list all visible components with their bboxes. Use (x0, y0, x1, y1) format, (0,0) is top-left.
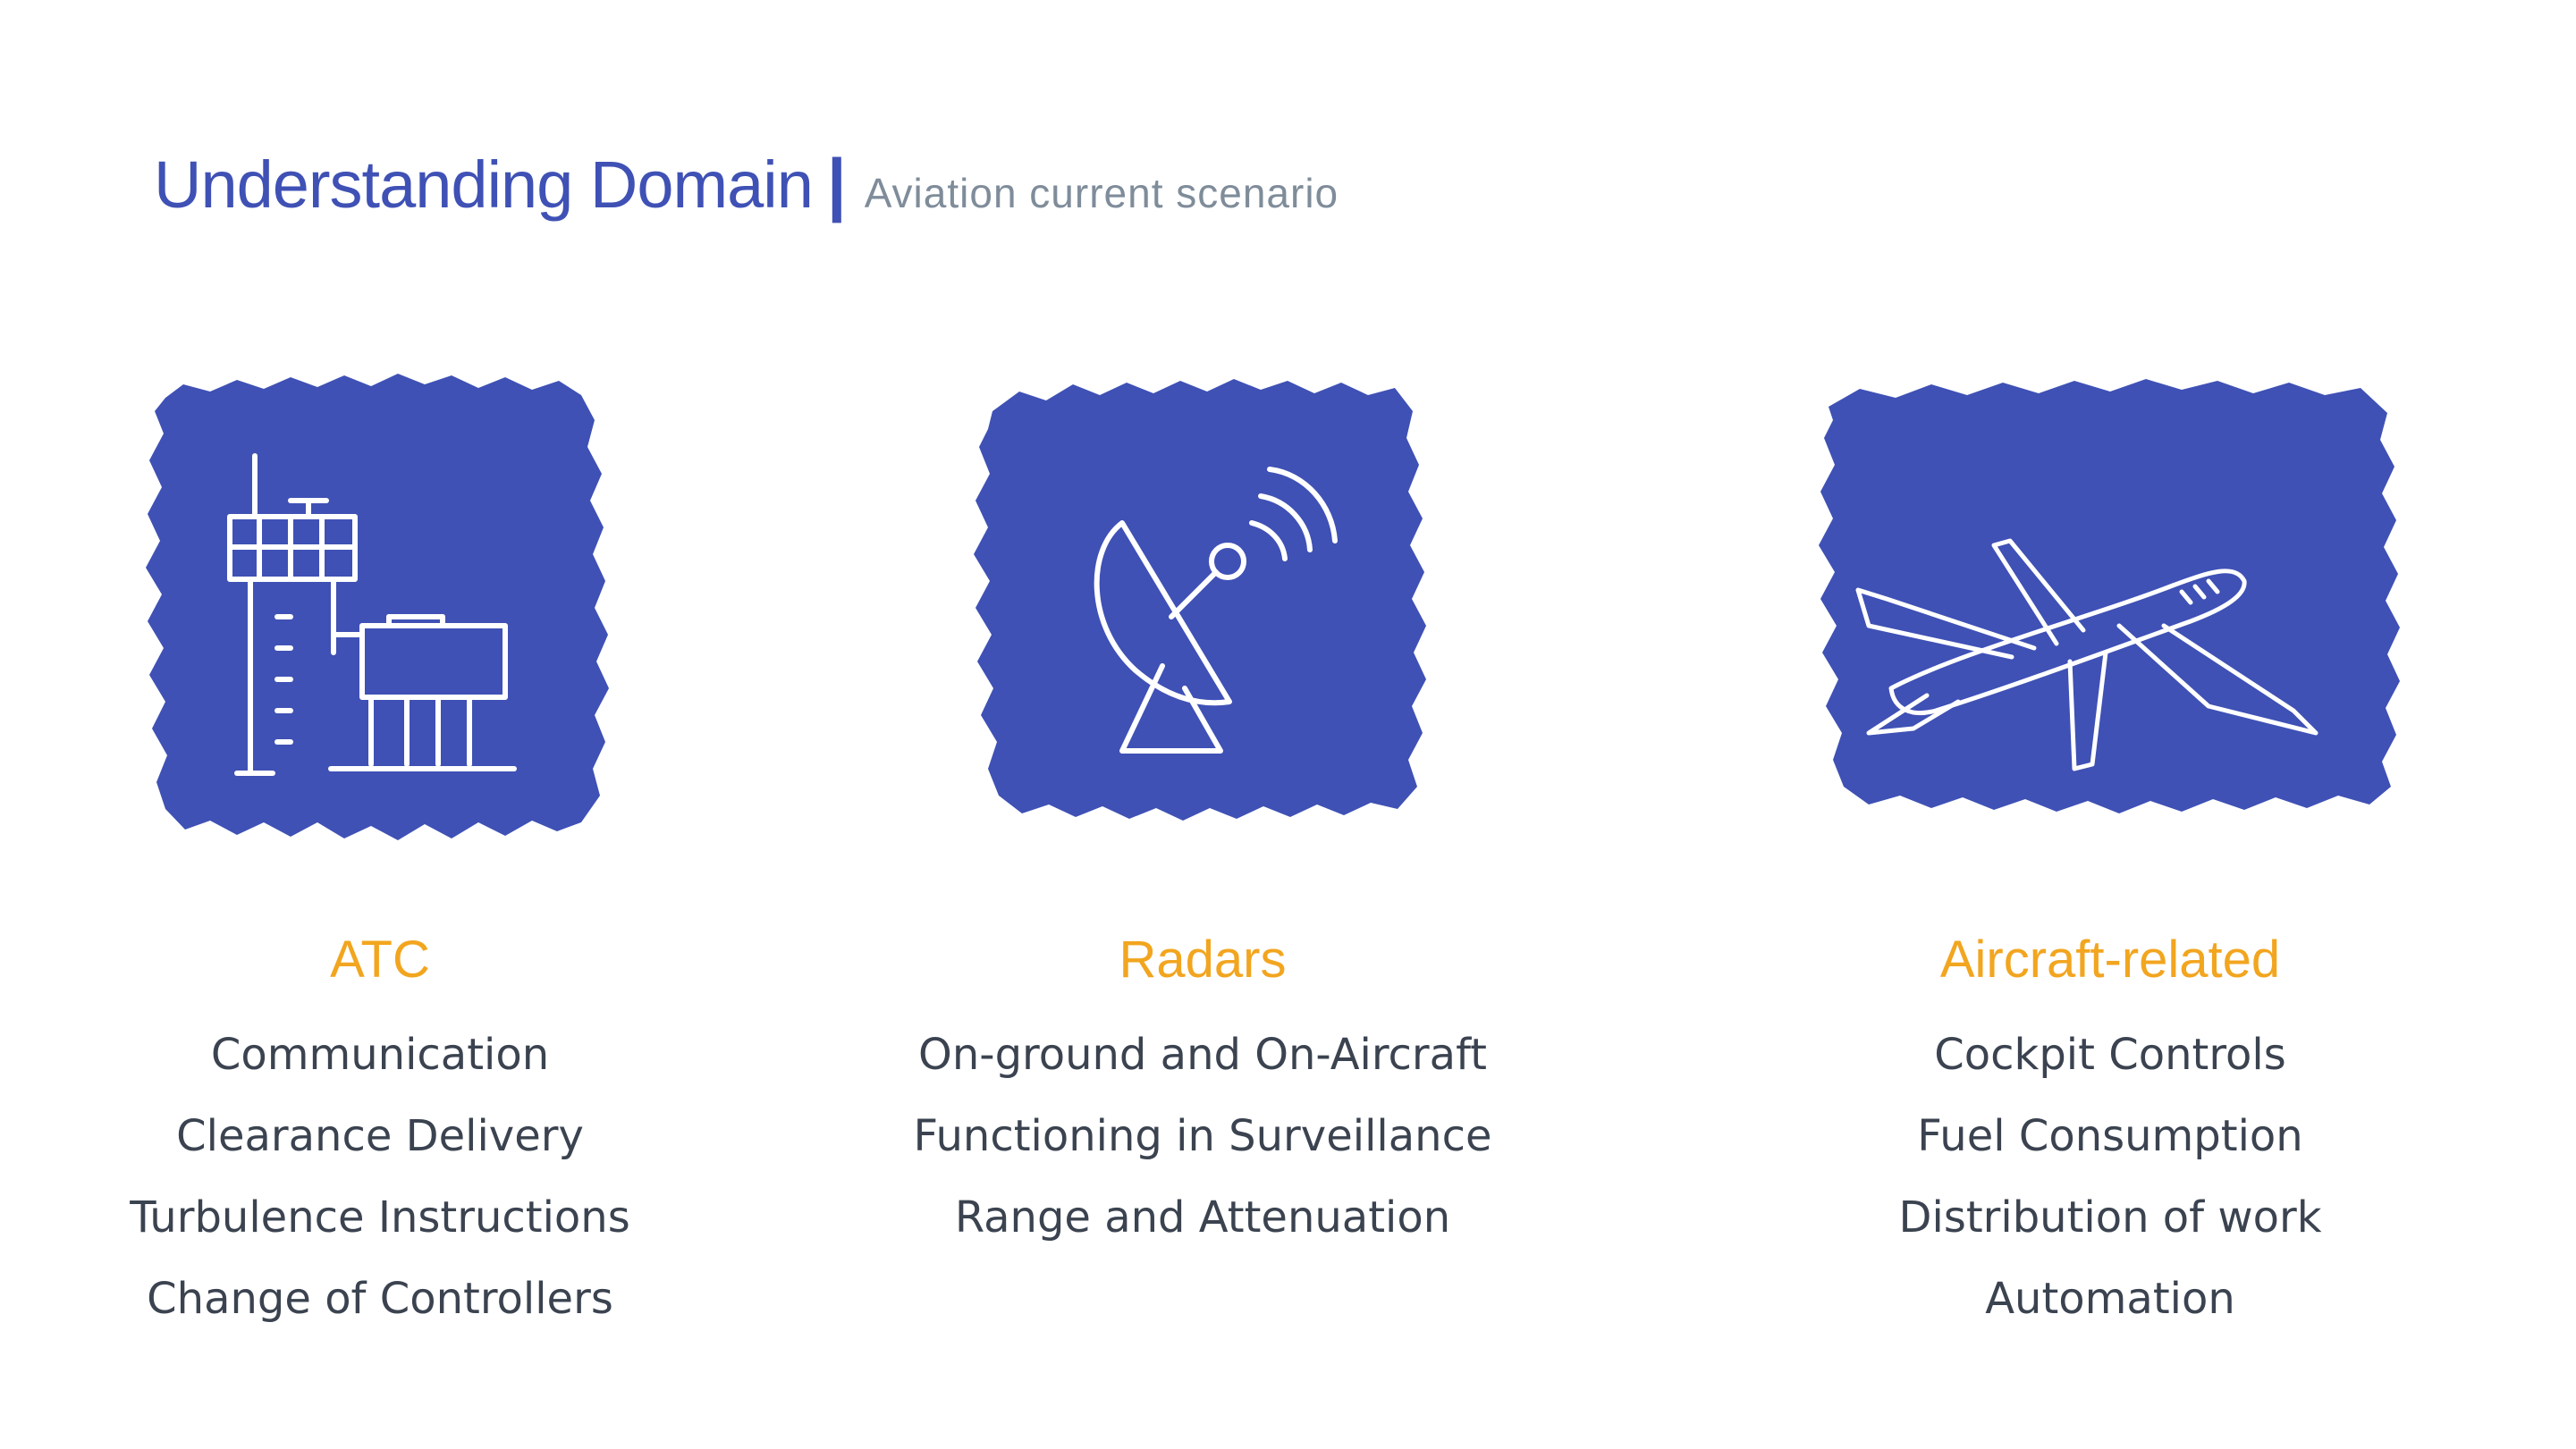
satellite-dish-icon (974, 379, 1426, 821)
list-item: Automation (1985, 1274, 2235, 1324)
atc-title: ATC (330, 931, 430, 989)
aircraft-column: Aircraft-related Cockpit Controls Fuel C… (1779, 358, 2441, 1324)
list-item: Clearance Delivery (176, 1111, 584, 1161)
list-item: Communication (210, 1030, 550, 1080)
airplane-icon (1819, 379, 2400, 813)
list-item: Cockpit Controls (1934, 1030, 2286, 1080)
atc-tile (130, 358, 630, 858)
atc-column: ATC Communication Clearance Delivery Tur… (49, 358, 711, 1324)
control-tower-icon (146, 374, 609, 840)
list-item: On-ground and On-Aircraft (918, 1030, 1487, 1080)
radars-list: On-ground and On-Aircraft Functioning in… (872, 1015, 1533, 1259)
list-item: Functioning in Surveillance (913, 1111, 1492, 1161)
list-item: Distribution of work (1898, 1192, 2322, 1243)
list-item: Turbulence Instructions (130, 1192, 630, 1243)
aircraft-tile (1788, 358, 2432, 858)
radars-tile (952, 358, 1453, 858)
radars-column: Radars On-ground and On-Aircraft Functio… (872, 358, 1533, 1243)
aircraft-list: Cockpit Controls Fuel Consumption Distri… (1779, 1015, 2441, 1340)
page-subtitle: Aviation current scenario (864, 170, 1339, 216)
aircraft-title: Aircraft-related (1939, 931, 2281, 989)
list-item: Change of Controllers (147, 1274, 613, 1324)
title-divider: | (826, 144, 847, 223)
atc-list: Communication Clearance Delivery Turbule… (49, 1015, 711, 1340)
page-title: Understanding Domain (154, 147, 814, 222)
slide-header: Understanding Domain | Aviation current … (154, 143, 1339, 224)
radars-title: Radars (1119, 931, 1287, 989)
list-item: Range and Attenuation (954, 1192, 1451, 1243)
list-item: Fuel Consumption (1917, 1111, 2303, 1161)
